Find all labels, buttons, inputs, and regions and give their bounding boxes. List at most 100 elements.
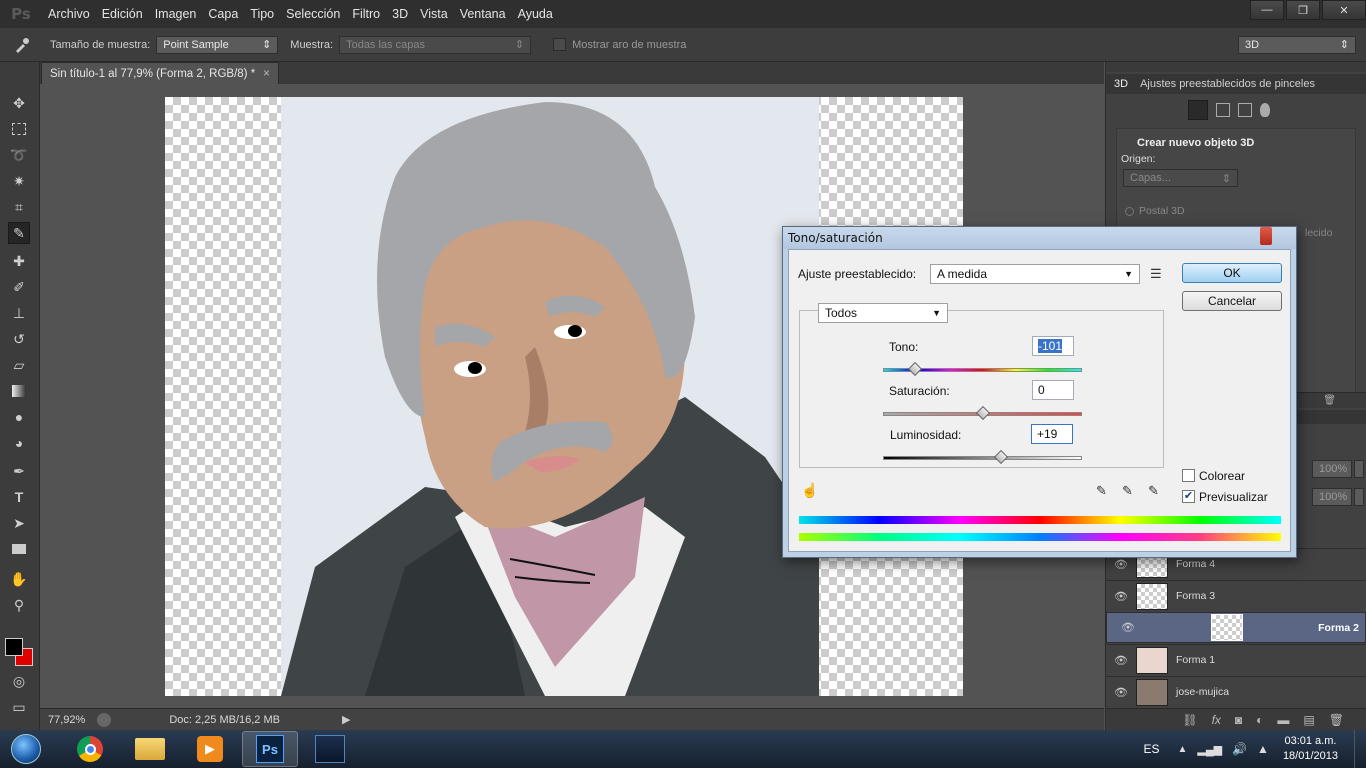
blur-tool-icon[interactable]: ● xyxy=(8,406,30,428)
lasso-tool-icon[interactable]: ➰ xyxy=(8,144,30,166)
gradient-tool-icon[interactable] xyxy=(8,380,30,402)
menu-3d[interactable]: 3D xyxy=(386,0,414,28)
history-brush-tool-icon[interactable]: ↺ xyxy=(8,328,30,350)
type-tool-icon[interactable]: T xyxy=(8,486,30,508)
marquee-tool-icon[interactable] xyxy=(8,118,30,140)
link-icon[interactable]: ⛓ xyxy=(1182,713,1197,727)
postal-radio[interactable] xyxy=(1125,207,1134,216)
volume-icon[interactable]: 🔊 xyxy=(1232,742,1247,756)
preview-checkbox[interactable]: ✔ xyxy=(1182,490,1195,503)
move-tool-icon[interactable]: ✥ xyxy=(8,92,30,114)
explorer-taskbar-icon[interactable] xyxy=(122,731,178,767)
drive-icon[interactable]: ▲ xyxy=(1257,742,1269,756)
zoom-tool-icon[interactable]: ⚲ xyxy=(8,594,30,616)
menu-seleccion[interactable]: Selección xyxy=(280,0,346,28)
sample-select[interactable]: Todas las capas ⇕ xyxy=(339,35,532,54)
lightness-input[interactable]: +19 xyxy=(1031,424,1073,444)
magic-wand-tool-icon[interactable]: ✷ xyxy=(8,170,30,192)
zoom-level[interactable]: 77,92% xyxy=(48,714,85,726)
layer-row[interactable]: 👁 Forma 1 xyxy=(1106,644,1366,675)
targeted-adjustment-icon[interactable]: ☝ xyxy=(801,482,818,499)
scene-filter-icon[interactable] xyxy=(1188,100,1208,120)
eye-icon[interactable]: 👁 xyxy=(1106,654,1136,667)
screen-mode-icon[interactable]: ▭ xyxy=(8,696,30,718)
adjustment-icon[interactable]: ◐ xyxy=(1256,713,1263,727)
media-player-taskbar-icon[interactable]: ▶ xyxy=(182,731,238,767)
pen-tool-icon[interactable]: ✒ xyxy=(8,460,30,482)
new-layer-icon[interactable]: ▤ xyxy=(1303,713,1314,727)
hue-input[interactable]: -101 xyxy=(1032,336,1074,356)
eyedropper-tool-icon[interactable]: ✎ xyxy=(8,222,30,244)
light-filter-icon[interactable] xyxy=(1260,103,1270,117)
eye-icon[interactable]: 👁 xyxy=(1106,590,1136,603)
eyedropper-icon[interactable]: ✎ xyxy=(1096,483,1107,499)
path-selection-tool-icon[interactable]: ➤ xyxy=(8,512,30,534)
eye-icon[interactable]: 👁 xyxy=(1113,621,1143,634)
menu-edicion[interactable]: Edición xyxy=(96,0,149,28)
saturation-input[interactable]: 0 xyxy=(1032,380,1074,400)
preset-options-icon[interactable]: ☰ xyxy=(1150,266,1162,282)
folder-icon[interactable]: ▬ xyxy=(1277,713,1289,727)
menu-vista[interactable]: Vista xyxy=(414,0,454,28)
sample-size-select[interactable]: Point Sample ⇕ xyxy=(156,35,279,54)
clock[interactable]: 03:01 a.m. 18/01/2013 xyxy=(1283,734,1338,764)
eyedropper-tool-preset-icon[interactable] xyxy=(0,36,44,54)
show-desktop-button[interactable] xyxy=(1354,730,1366,768)
panel-tab-3d[interactable]: 3D xyxy=(1106,78,1136,90)
menu-ventana[interactable]: Ventana xyxy=(454,0,512,28)
eye-icon[interactable]: 👁 xyxy=(1106,686,1136,699)
workspace-select[interactable]: 3D ⇕ xyxy=(1238,35,1356,54)
origin-select[interactable]: Capas... ⇕ xyxy=(1123,169,1238,187)
trash-icon[interactable]: 🗑 xyxy=(1323,395,1336,406)
mask-icon[interactable]: ◙ xyxy=(1235,713,1242,727)
language-indicator[interactable]: ES xyxy=(1143,742,1159,756)
trash-icon[interactable]: 🗑 xyxy=(1329,713,1344,727)
maximize-button[interactable]: ❐ xyxy=(1286,0,1320,20)
status-options-icon[interactable] xyxy=(97,712,112,727)
fx-icon[interactable]: fx xyxy=(1212,713,1221,727)
menu-ayuda[interactable]: Ayuda xyxy=(512,0,559,28)
mesh-filter-icon[interactable] xyxy=(1216,103,1230,117)
material-filter-icon[interactable] xyxy=(1238,103,1252,117)
healing-brush-tool-icon[interactable]: ✚ xyxy=(8,250,30,272)
crop-tool-icon[interactable]: ⌗ xyxy=(8,196,30,218)
eyedropper-add-icon[interactable]: ✎ xyxy=(1122,483,1133,499)
eyedropper-subtract-icon[interactable]: ✎ xyxy=(1148,483,1159,499)
colorize-checkbox[interactable] xyxy=(1182,469,1195,482)
lightness-slider[interactable] xyxy=(883,456,1082,460)
cancel-button[interactable]: Cancelar xyxy=(1182,291,1282,311)
chrome-taskbar-icon[interactable] xyxy=(62,731,118,767)
opacity-dropdown-icon[interactable] xyxy=(1354,460,1364,478)
preset-select[interactable]: A medida ▼ xyxy=(930,264,1140,284)
eye-icon[interactable]: 👁 xyxy=(1106,558,1136,571)
menu-tipo[interactable]: Tipo xyxy=(244,0,280,28)
layer-row[interactable]: 👁 Forma 3 xyxy=(1106,580,1366,611)
fill-field[interactable]: 100% xyxy=(1312,488,1352,506)
fill-dropdown-icon[interactable] xyxy=(1354,488,1364,506)
hand-tool-icon[interactable]: ✋ xyxy=(8,568,30,590)
show-ring-checkbox[interactable] xyxy=(553,38,567,51)
tray-arrow-icon[interactable]: ▲ xyxy=(1177,744,1187,755)
layer-row-selected[interactable]: 👁 Forma 2 xyxy=(1106,612,1366,643)
stamp-tool-icon[interactable]: ⊥ xyxy=(8,302,30,324)
dialog-close-button[interactable] xyxy=(1260,227,1272,245)
menu-imagen[interactable]: Imagen xyxy=(149,0,203,28)
network-icon[interactable]: ▂▄▆ xyxy=(1197,743,1222,756)
dodge-tool-icon[interactable]: ◕ xyxy=(8,432,30,454)
start-button[interactable] xyxy=(0,730,52,768)
panel-tab-brush-presets[interactable]: Ajustes preestablecidos de pinceles xyxy=(1136,78,1319,90)
menu-capa[interactable]: Capa xyxy=(202,0,244,28)
channel-select[interactable]: Todos ▼ xyxy=(818,303,948,323)
tab-close-icon[interactable]: × xyxy=(263,68,270,80)
photoshop-taskbar-icon[interactable]: Ps xyxy=(242,731,298,767)
document-tab[interactable]: Sin título-1 al 77,9% (Forma 2, RGB/8) *… xyxy=(41,62,279,84)
app-taskbar-icon[interactable] xyxy=(302,731,358,767)
layer-row[interactable]: 👁 jose-mujica xyxy=(1106,676,1366,707)
opacity-field[interactable]: 100% xyxy=(1312,460,1352,478)
brush-tool-icon[interactable]: ✐ xyxy=(8,276,30,298)
ok-button[interactable]: OK xyxy=(1182,263,1282,283)
menu-archivo[interactable]: Archivo xyxy=(42,0,96,28)
quick-mask-icon[interactable]: ◎ xyxy=(8,670,30,692)
status-arrow-icon[interactable]: ▶ xyxy=(342,713,350,726)
minimize-button[interactable]: — xyxy=(1250,0,1284,20)
